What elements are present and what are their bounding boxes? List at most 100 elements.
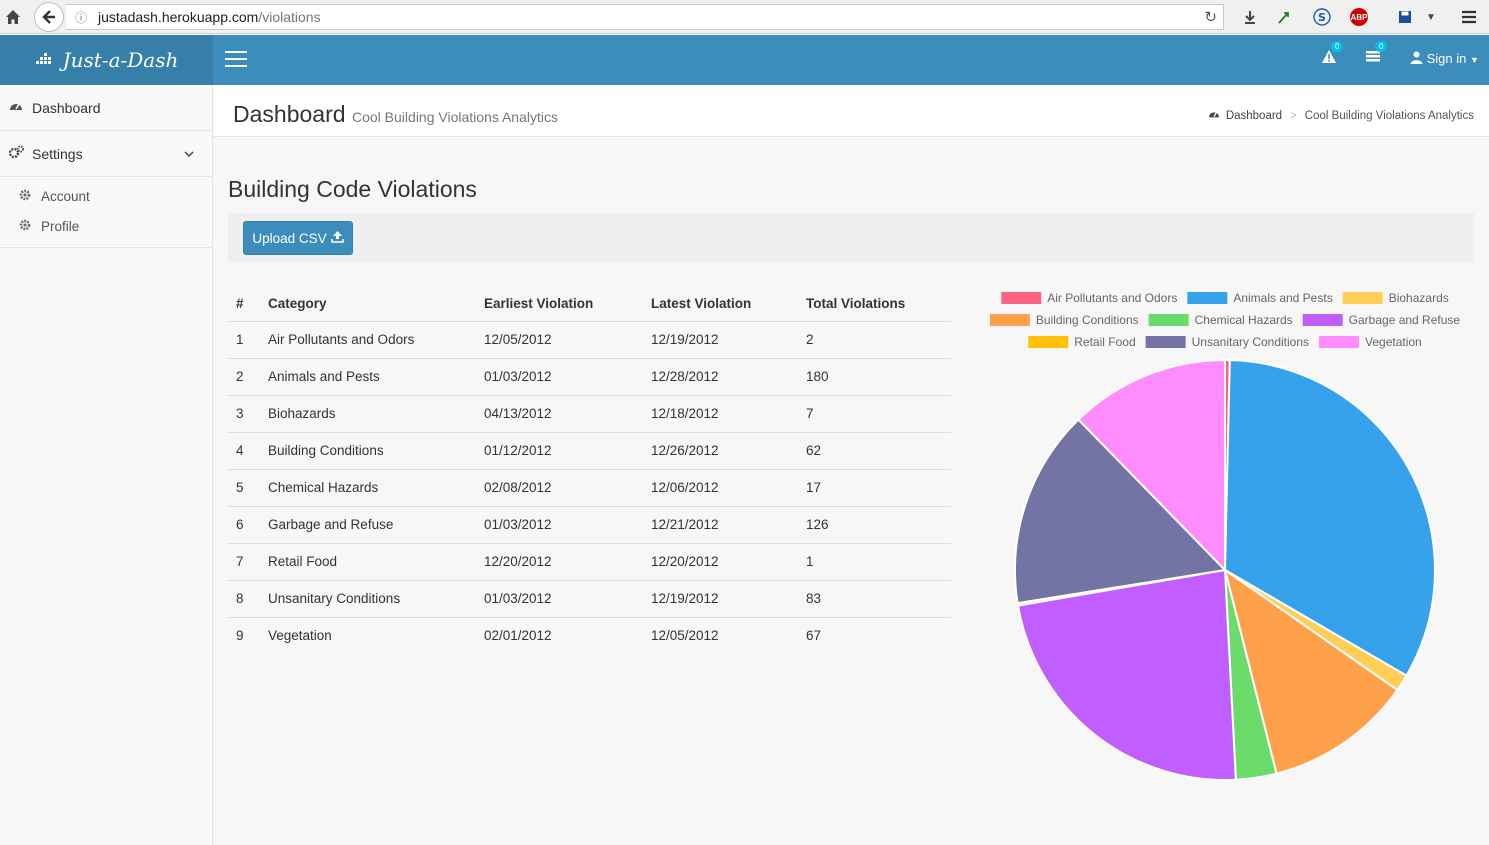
legend-item[interactable]: Air Pollutants and Odors <box>1001 291 1177 305</box>
pie-slice[interactable] <box>1016 568 1237 781</box>
adblock-icon[interactable]: ABP <box>1348 6 1370 28</box>
settings-submenu: Account Profile <box>0 177 212 248</box>
chevron-down-icon[interactable] <box>184 147 194 161</box>
top-navbar: 0 0 Sign in ▼ <box>213 35 1489 85</box>
table-cell: 12/19/2012 <box>651 580 806 618</box>
table-row: 4 Building Conditions 01/12/2012 12/26/2012… <box>228 432 951 470</box>
alerts-button[interactable]: 0 <box>1321 41 1344 69</box>
table-cell: 126 <box>806 506 951 544</box>
sidebar-item-label: Account <box>41 188 90 204</box>
upload-toolbar: Upload CSV <box>228 213 1474 262</box>
table-cell: 7 <box>228 543 268 581</box>
brand-name: Just-a-Dash <box>62 48 179 72</box>
gear-icon <box>18 189 32 204</box>
table-cell: 12/05/2012 <box>651 628 719 644</box>
table-row: 8 Unsanitary Conditions 01/03/2012 12/19/20… <box>228 580 951 618</box>
home-icon[interactable] <box>2 3 24 31</box>
column-header: Latest Violation <box>651 284 806 322</box>
table-cell: 8 <box>228 580 268 618</box>
bar-chart-icon <box>35 50 55 70</box>
table-cell: 12/20/2012 <box>484 543 651 581</box>
upload-csv-button[interactable]: Upload CSV <box>243 221 353 255</box>
breadcrumb-link-dashboard[interactable]: Dashboard <box>1226 110 1282 122</box>
brand-logo[interactable]: Just-a-Dash <box>0 35 213 85</box>
tasks-badge: 0 <box>1375 41 1388 52</box>
column-header: Earliest Violation <box>484 284 651 322</box>
download-icon[interactable] <box>1239 6 1261 28</box>
info-icon[interactable]: ⓘ <box>70 9 92 26</box>
legend-item[interactable]: Biohazards <box>1342 291 1449 305</box>
legend-label: Air Pollutants and Odors <box>1047 291 1177 305</box>
legend-swatch <box>1145 336 1186 348</box>
legend-swatch <box>1342 292 1383 304</box>
save-icon[interactable] <box>1394 6 1416 28</box>
table-cell: 180 <box>806 358 951 396</box>
table-cell: Animals and Pests <box>268 358 484 396</box>
legend-item[interactable]: Unsanitary Conditions <box>1145 335 1309 349</box>
tasks-button[interactable]: 0 <box>1365 41 1388 68</box>
sidebar-toggle-icon[interactable] <box>225 51 247 69</box>
table-cell: 1 <box>228 321 268 359</box>
table-cell: 2 <box>806 321 951 359</box>
legend-item[interactable]: Building Conditions <box>989 313 1139 327</box>
browser-toolbar: ⓘ justadash.herokuapp.com/violations ↻ S… <box>0 0 1489 34</box>
table-cell: 3 <box>228 395 268 433</box>
table-row: 7 Retail Food 12/20/2012 12/20/2012 1 <box>228 543 951 581</box>
upload-label: Upload CSV <box>252 230 327 246</box>
signin-dropdown[interactable]: Sign in ▼ <box>1410 51 1479 66</box>
dashboard-icon <box>8 100 24 115</box>
table-cell: 1 <box>806 543 951 581</box>
legend-item[interactable]: Retail Food <box>1028 335 1136 349</box>
legend-item[interactable]: Garbage and Refuse <box>1302 313 1461 327</box>
s-extension-icon[interactable]: S <box>1311 6 1333 28</box>
breadcrumb-separator: > <box>1290 109 1297 122</box>
back-button[interactable] <box>34 2 64 32</box>
table-cell: 01/03/2012 <box>484 358 651 396</box>
menu-icon[interactable] <box>1458 6 1480 28</box>
legend-item[interactable]: Vegetation <box>1319 335 1422 349</box>
table-row: 9 Vegetation 02/01/2012 12/05/2012 67 <box>228 617 951 654</box>
table-cell: 12/18/2012 <box>651 395 806 433</box>
reload-icon[interactable]: ↻ <box>1204 8 1217 26</box>
sidebar-item-label: Settings <box>32 145 83 162</box>
table-cell: 04/13/2012 <box>484 395 651 433</box>
table-cell: 62 <box>806 432 951 470</box>
legend-label: Building Conditions <box>1036 313 1139 327</box>
sidebar-item-account[interactable]: Account <box>0 181 212 211</box>
table-cell: Unsanitary Conditions <box>268 580 484 618</box>
table-cell: 01/03/2012 <box>484 580 651 618</box>
legend-swatch <box>1187 292 1228 304</box>
legend-swatch <box>989 314 1030 326</box>
legend-item[interactable]: Chemical Hazards <box>1148 313 1293 327</box>
table-row: 5 Chemical Hazards 02/08/2012 12/06/2012 17 <box>228 469 951 507</box>
content-header: Dashboard Cool Building Violations Analy… <box>213 85 1489 137</box>
table-cell: 12/06/2012 <box>651 469 806 507</box>
legend-label: Vegetation <box>1365 335 1422 349</box>
table-cell: 02/08/2012 <box>484 469 651 507</box>
table-cell: Retail Food <box>268 543 484 581</box>
extension-arrow-icon[interactable] <box>1275 6 1297 28</box>
legend-label: Animals and Pests <box>1233 291 1332 305</box>
table-cell: Biohazards <box>268 395 484 433</box>
table-cell: 01/12/2012 <box>484 432 651 470</box>
page-subtitle: Cool Building Violations Analytics <box>352 109 558 125</box>
column-header: Category <box>268 284 484 322</box>
section-title: Building Code Violations <box>228 176 477 202</box>
table-cell: 7 <box>806 395 951 433</box>
legend-item[interactable]: Animals and Pests <box>1187 291 1333 305</box>
user-icon <box>1410 51 1427 66</box>
sidebar-item-dashboard[interactable]: Dashboard <box>0 85 212 131</box>
table-cell: Garbage and Refuse <box>268 506 484 544</box>
sidebar-item-settings[interactable]: Settings <box>0 131 212 177</box>
table-row: 1 Air Pollutants and Odors 12/05/2012 12/19… <box>228 321 951 359</box>
legend-label: Unsanitary Conditions <box>1192 335 1309 349</box>
table-cell: 67 <box>806 628 822 644</box>
legend-swatch <box>1319 336 1360 348</box>
sidebar-item-profile[interactable]: Profile <box>0 211 212 241</box>
table-cell: 12/21/2012 <box>651 506 806 544</box>
table-cell: 12/28/2012 <box>651 358 806 396</box>
column-header: # <box>228 284 268 322</box>
url-bar[interactable]: ⓘ justadash.herokuapp.com/violations ↻ <box>66 4 1224 30</box>
chevron-down-icon[interactable]: ▼ <box>1420 6 1442 28</box>
violations-pie-chart: Air Pollutants and Odors Animals and Pest… <box>989 291 1461 781</box>
